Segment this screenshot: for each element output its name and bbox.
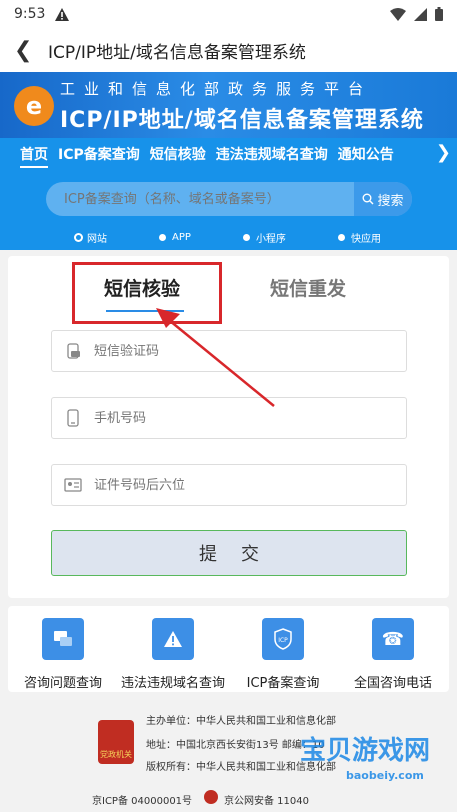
chevron-right-icon[interactable]: ❯ [436, 142, 451, 163]
nav-panel: 首页 ICP备案查询 短信核验 违法违规域名查询 通知公告 ❯ 搜索 网站 AP… [0, 138, 457, 250]
quick-hotline[interactable]: ☎ 全国咨询电话 [338, 618, 448, 691]
alert-icon [55, 7, 70, 21]
watermark: 宝贝游戏网 baobeiy.com [300, 730, 450, 800]
radio-icon [242, 234, 250, 241]
shield-icon: ICP [262, 618, 304, 660]
footer-sponsor: 主办单位：中华人民共和国工业和信息化部 [146, 716, 336, 727]
banner-line-1: 工业和信息化部政务服务平台 [60, 80, 373, 98]
nav-tabs: 首页 ICP备案查询 短信核验 违法违规域名查询 通知公告 [20, 144, 394, 168]
search-button-label: 搜索 [377, 193, 404, 209]
svg-text:ICP: ICP [278, 637, 288, 644]
annotation-arrow-icon [156, 308, 275, 407]
quick-illegal-domain-label: 违法违规域名查询 [120, 676, 225, 691]
type-option-miniprogram[interactable]: 小程序 [242, 230, 286, 245]
watermark-sub: baobeiy.com [346, 769, 424, 782]
quick-consult[interactable]: 咨询问题查询 [8, 618, 118, 691]
app-bar: ❮ ICP/IP地址/域名信息备案管理系统 [0, 28, 457, 72]
id-field [51, 464, 407, 506]
radio-icon [337, 234, 345, 241]
nav-tab-home[interactable]: 首页 [20, 144, 48, 168]
id-input[interactable] [94, 477, 374, 493]
gov-emblem-icon: 党政机关 [98, 720, 134, 764]
nav-tab-sms-verify[interactable]: 短信核验 [150, 144, 206, 168]
quick-hotline-label: 全国咨询电话 [353, 676, 432, 691]
phone-icon: ☎ [372, 618, 414, 660]
footer-address: 地址：中国北京西长安街13号 邮编：10 [146, 740, 325, 751]
banner-line-2: ICP/IP地址/域名信息备案管理系统 [60, 108, 424, 133]
quick-icp-query[interactable]: ICP ICP备案查询 [228, 618, 338, 691]
type-option-app[interactable]: APP [159, 230, 191, 245]
warning-icon [152, 618, 194, 660]
chat-icon [42, 618, 84, 660]
message-icon [64, 342, 82, 360]
quick-icp-query-label: ICP备案查询 [246, 676, 320, 691]
quick-links: 咨询问题查询 违法违规域名查询 ICP ICP备案查询 ☎ 全国咨询电话 [8, 606, 449, 692]
footer-icp-link[interactable]: 京ICP备 04000001号 [92, 792, 192, 807]
radio-icon [159, 234, 167, 241]
wifi-icon [390, 7, 406, 21]
quick-illegal-domain[interactable]: 违法违规域名查询 [118, 618, 228, 691]
nav-tab-notices[interactable]: 通知公告 [338, 144, 394, 168]
battery-icon [435, 7, 443, 21]
app-bar-title: ICP/IP地址/域名信息备案管理系统 [48, 42, 306, 63]
phone-input[interactable] [94, 410, 374, 426]
status-time: 9:53 [14, 6, 46, 22]
back-arrow-icon[interactable]: ❮ [14, 38, 48, 63]
nav-tab-icp-query[interactable]: ICP备案查询 [58, 144, 140, 168]
search-input[interactable] [46, 182, 354, 216]
quick-consult-label: 咨询问题查询 [23, 676, 102, 691]
nav-tab-illegal-domain[interactable]: 违法违规域名查询 [216, 144, 328, 168]
header-banner: e 工业和信息化部政务服务平台 ICP/IP地址/域名信息备案管理系统 [0, 72, 457, 138]
type-option-website[interactable]: 网站 [76, 230, 107, 245]
search-box: 搜索 [46, 182, 412, 216]
tab-sms-resend[interactable]: 短信重发 [270, 274, 346, 301]
radio-selected-icon [76, 235, 81, 240]
police-badge-icon [204, 790, 218, 804]
status-bar: 9:53 [0, 0, 457, 28]
id-card-icon [64, 476, 82, 494]
search-button[interactable]: 搜索 [354, 182, 412, 216]
search-type-options: 网站 APP 小程序 快应用 [0, 230, 457, 245]
signal-icon [414, 7, 427, 21]
type-option-quickapp[interactable]: 快应用 [337, 230, 381, 245]
phone-icon [64, 409, 82, 427]
watermark-main: 宝贝游戏网 [300, 736, 431, 766]
e-logo-icon: e [14, 86, 54, 126]
submit-button[interactable]: 提交 [51, 530, 407, 576]
search-icon [362, 193, 374, 205]
footer-police-link[interactable]: 京公网安备 11040 [224, 792, 309, 807]
